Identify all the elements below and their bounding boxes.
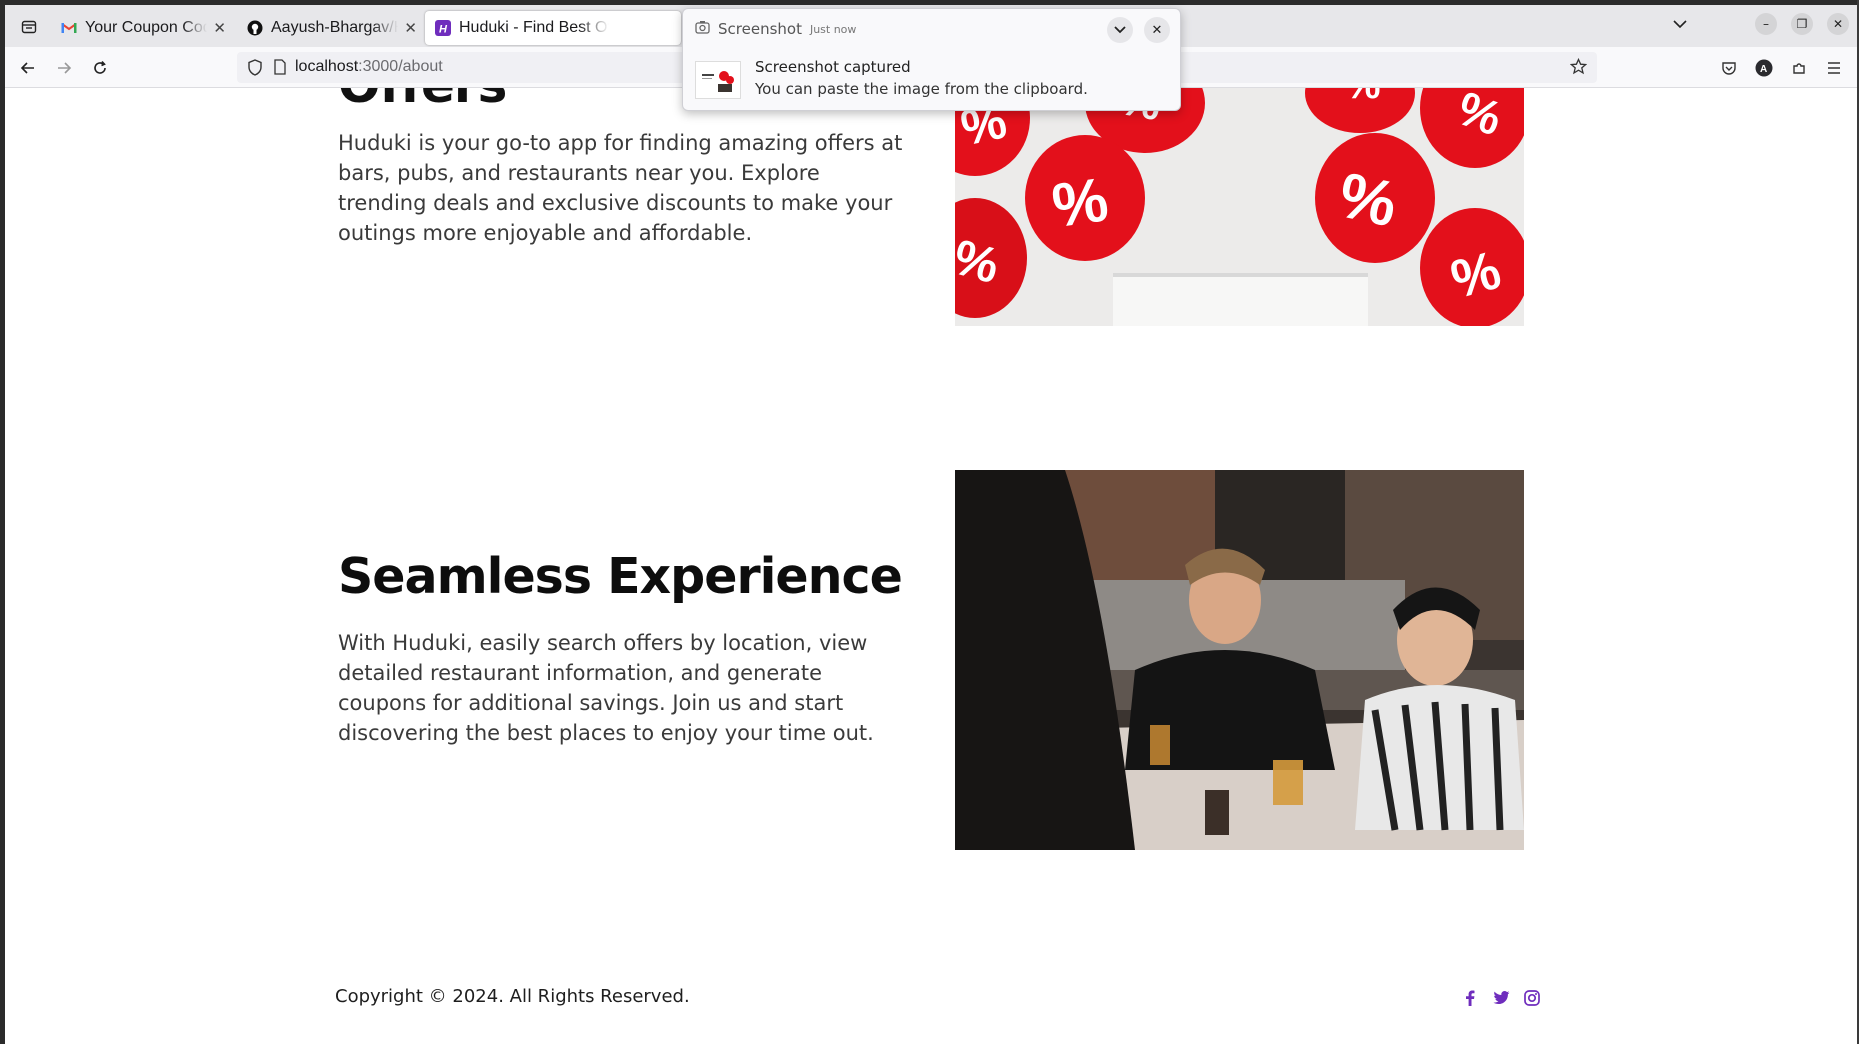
url-text: localhost:3000/about — [295, 58, 443, 76]
extensions-icon[interactable] — [1786, 55, 1812, 81]
huduki-icon: H — [435, 20, 451, 36]
screenshot-notification: Screenshot Just now ✕ Screenshot capture… — [682, 8, 1181, 111]
list-all-tabs-icon[interactable] — [1669, 19, 1691, 29]
balloons-image: % % % % % % % % — [955, 88, 1524, 326]
window-controls: – ❐ ✕ — [1669, 13, 1857, 35]
tab-title: Huduki - Find Best Offe — [459, 19, 609, 36]
svg-text:%: % — [1048, 165, 1112, 241]
gmail-icon — [61, 20, 77, 36]
url-path: :3000/about — [358, 58, 443, 75]
close-notification-button[interactable]: ✕ — [1144, 17, 1170, 43]
notification-body: You can paste the image from the clipboa… — [755, 80, 1088, 98]
pocket-icon[interactable] — [1716, 55, 1742, 81]
notification-title: Screenshot captured — [755, 58, 911, 76]
tab-overview-icon[interactable] — [17, 15, 41, 39]
section-heading-seamless: Seamless Experience — [338, 548, 903, 605]
tab-title: Your Coupon Code - aayu — [85, 19, 208, 36]
tab-huduki[interactable]: H Huduki - Find Best Offe — [425, 11, 681, 45]
page-content: Offers Huduki is your go-to app for find… — [5, 88, 1857, 1044]
svg-text:A: A — [1760, 64, 1767, 75]
url-host: localhost — [295, 58, 359, 75]
account-avatar-icon[interactable]: A — [1751, 55, 1777, 81]
menu-icon[interactable] — [1821, 55, 1847, 81]
close-icon[interactable]: ✕ — [404, 19, 417, 37]
svg-text:%: % — [1345, 88, 1381, 107]
page-info-icon[interactable] — [273, 59, 287, 79]
notification-time: Just now — [809, 22, 857, 36]
tab-gmail[interactable]: Your Coupon Code - aayu ✕ — [51, 11, 236, 45]
footer-copyright: Copyright © 2024. All Rights Reserved. — [335, 986, 690, 1007]
restore-button[interactable]: ❐ — [1791, 13, 1813, 35]
notification-header: Screenshot Just now — [695, 20, 856, 38]
instagram-icon[interactable] — [1522, 988, 1542, 1008]
twitter-icon[interactable] — [1491, 988, 1511, 1008]
screenshot-thumbnail — [695, 61, 741, 99]
reload-icon[interactable] — [87, 55, 113, 81]
bookmark-star-icon[interactable] — [1569, 57, 1588, 79]
friends-at-bar-image — [955, 470, 1524, 850]
svg-text:H: H — [439, 24, 448, 36]
close-window-button[interactable]: ✕ — [1827, 13, 1849, 35]
forward-icon[interactable] — [51, 55, 77, 81]
facebook-icon[interactable] — [1460, 988, 1480, 1008]
back-icon[interactable] — [15, 55, 41, 81]
screenshot-icon — [695, 20, 710, 38]
close-icon[interactable]: ✕ — [213, 19, 226, 37]
minimize-button[interactable]: – — [1755, 13, 1777, 35]
section-text-seamless: With Huduki, easily search offers by loc… — [338, 631, 874, 745]
tracking-protection-icon[interactable] — [247, 59, 263, 80]
expand-notification-button[interactable] — [1107, 17, 1133, 43]
section-text-about: Huduki is your go-to app for finding ama… — [338, 131, 903, 245]
tab-github[interactable]: Aayush-Bhargav/Huduki-F ✕ — [237, 11, 427, 45]
section-heading-offers: Offers — [338, 88, 507, 114]
notification-app: Screenshot — [718, 20, 802, 38]
tab-title: Aayush-Bhargav/Huduki-F — [271, 19, 398, 36]
github-icon — [247, 20, 263, 36]
